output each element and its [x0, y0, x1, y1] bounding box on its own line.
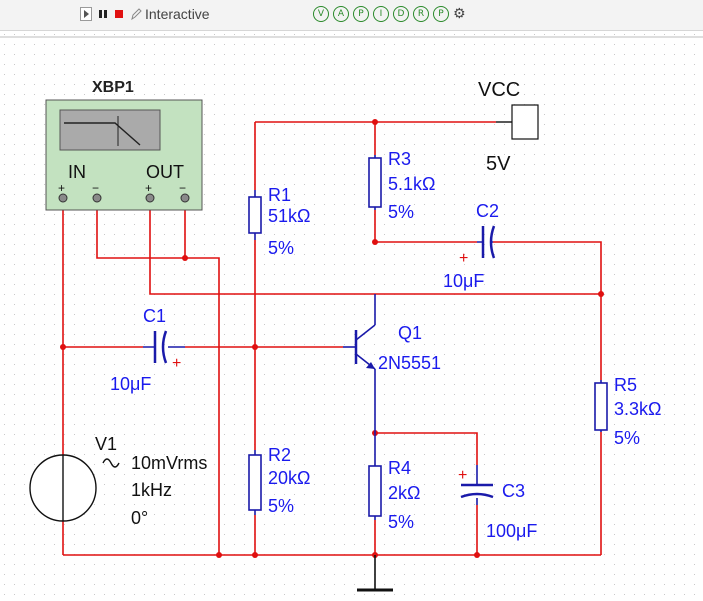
in-minus-label: − — [92, 181, 99, 195]
vcc-box — [511, 104, 539, 140]
stop-icon — [115, 10, 123, 18]
v1-frequency: 1kHz — [131, 480, 172, 500]
v1-amplitude: 10mVrms — [131, 453, 207, 473]
schematic-canvas[interactable]: XBP1 IN OUT + − + − VCC 5V R1 51kΩ 5% R2 — [0, 31, 703, 596]
r3-value: 5.1kΩ — [388, 174, 435, 194]
simulation-controls: Interactive — [80, 3, 210, 25]
v1-ref: V1 — [95, 434, 117, 454]
bode-in-label: IN — [68, 162, 86, 182]
r3-ref: R3 — [388, 149, 411, 169]
r1-value: 51kΩ — [268, 206, 310, 226]
in-plus-terminal[interactable] — [58, 193, 68, 203]
voltmeter-icon[interactable]: V — [313, 6, 329, 22]
c3-value: 100μF — [486, 521, 537, 541]
gear-icon[interactable]: ⚙ — [453, 5, 466, 23]
interactive-button[interactable]: Interactive — [130, 5, 210, 23]
out-plus-label: + — [145, 181, 152, 195]
out-minus-label: − — [179, 181, 186, 195]
c3-polarity: + — [458, 467, 467, 484]
pause-button[interactable] — [98, 5, 108, 23]
r2-value: 20kΩ — [268, 468, 310, 488]
current-probe-icon[interactable]: I — [373, 6, 389, 22]
c1-value: 10μF — [110, 374, 151, 394]
pause-icon — [99, 10, 107, 18]
pen-icon — [131, 8, 142, 21]
r1-tolerance: 5% — [268, 238, 294, 258]
bode-plotter-ref: XBP1 — [92, 79, 134, 96]
r2-ref: R2 — [268, 445, 291, 465]
r2-tolerance: 5% — [268, 496, 294, 516]
r5-tolerance: 5% — [614, 428, 640, 448]
play-icon — [80, 7, 92, 21]
vcc-value: 5V — [486, 153, 511, 175]
bode-plotter-screen — [59, 109, 161, 151]
out-plus-terminal[interactable] — [145, 193, 155, 203]
r5-ref: R5 — [614, 375, 637, 395]
bode-out-label: OUT — [146, 162, 184, 182]
probe-icon[interactable]: P — [353, 6, 369, 22]
out-minus-terminal[interactable] — [180, 193, 190, 203]
reference-probe-icon[interactable]: R — [413, 6, 429, 22]
c2-ref: C2 — [476, 201, 499, 221]
q1-model: 2N5551 — [378, 353, 441, 373]
schematic-svg: XBP1 IN OUT + − + − VCC 5V R1 51kΩ 5% R2 — [0, 31, 703, 596]
instrument-icons: V A P I D R P ⚙ — [313, 3, 466, 25]
c2-value: 10μF — [443, 271, 484, 291]
v1-phase: 0° — [131, 508, 148, 528]
run-button[interactable] — [80, 5, 92, 23]
differential-probe-icon[interactable]: D — [393, 6, 409, 22]
ammeter-icon[interactable]: A — [333, 6, 349, 22]
r1-ref: R1 — [268, 185, 291, 205]
simulation-toolbar: Interactive V A P I D R P ⚙ — [0, 0, 703, 31]
c3-ref: C3 — [502, 481, 525, 501]
probe-settings-icon[interactable]: P — [433, 6, 449, 22]
r3-tolerance: 5% — [388, 202, 414, 222]
in-plus-label: + — [58, 181, 65, 195]
interactive-label: Interactive — [145, 6, 210, 22]
r4-ref: R4 — [388, 458, 411, 478]
q1-ref: Q1 — [398, 323, 422, 343]
r5-value: 3.3kΩ — [614, 399, 661, 419]
r4-value: 2kΩ — [388, 483, 420, 503]
in-minus-terminal[interactable] — [92, 193, 102, 203]
c2-polarity: + — [459, 250, 468, 267]
c1-polarity: + — [172, 355, 181, 372]
r4-tolerance: 5% — [388, 512, 414, 532]
c1-ref: C1 — [143, 306, 166, 326]
vcc-label: VCC — [478, 79, 520, 101]
stop-button[interactable] — [114, 5, 124, 23]
